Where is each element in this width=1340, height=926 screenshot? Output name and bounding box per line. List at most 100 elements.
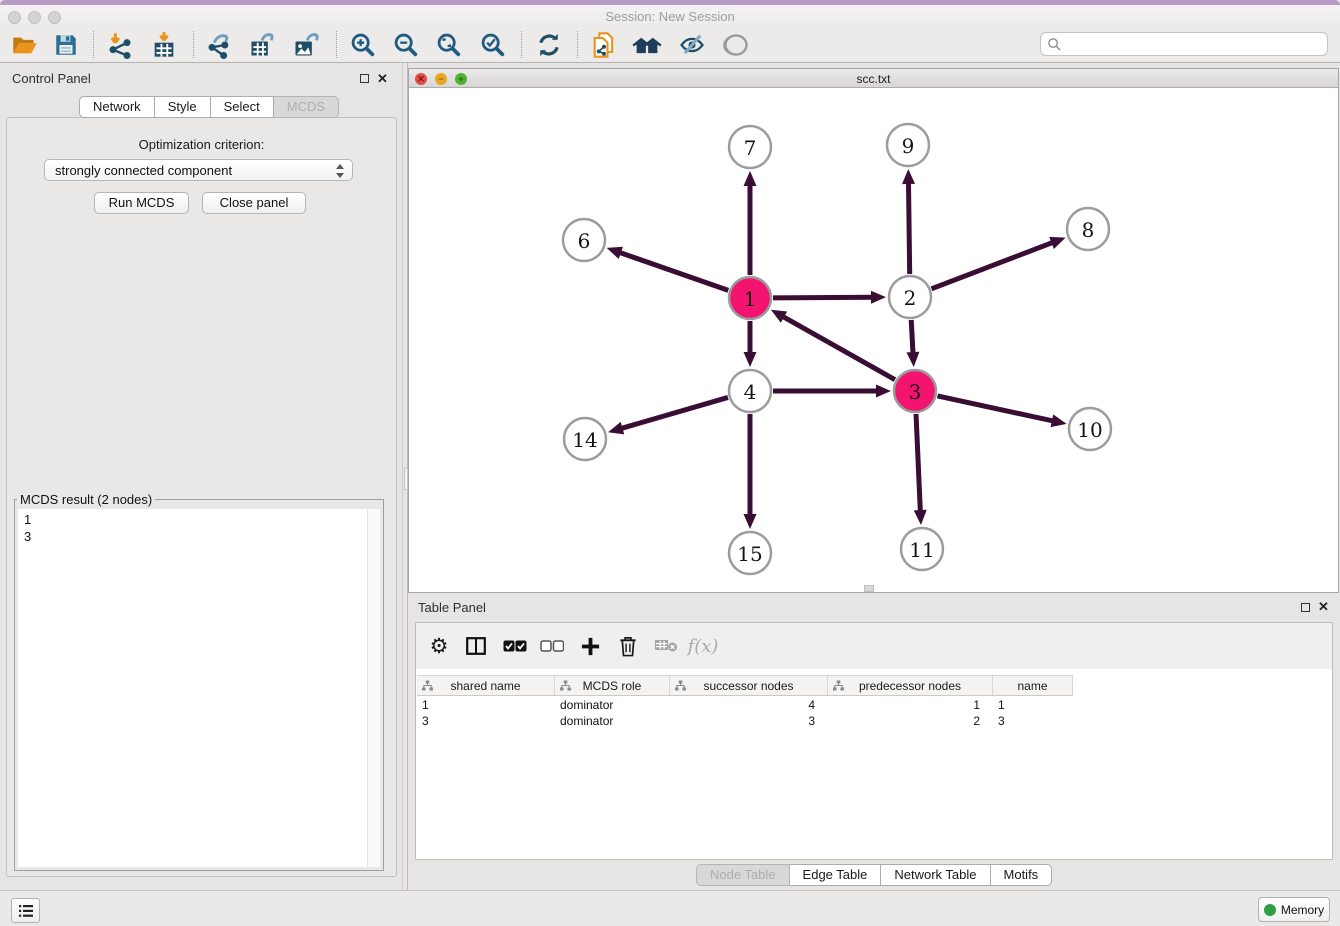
duplicate-network-icon[interactable] — [588, 30, 620, 60]
select-all-icon[interactable] — [500, 631, 530, 661]
column-panel-icon[interactable] — [461, 631, 491, 661]
float-panel-icon[interactable] — [360, 74, 369, 83]
svg-text:4: 4 — [744, 380, 757, 404]
table-cell: 3 — [993, 713, 1073, 729]
table-cell: 2 — [828, 713, 993, 729]
delete-table-icon[interactable] — [651, 631, 681, 661]
graph-edge-1-2[interactable] — [773, 297, 874, 298]
hierarchy-icon — [675, 680, 686, 691]
hide-selected-icon[interactable] — [676, 30, 708, 60]
show-all-icon[interactable] — [720, 30, 752, 60]
svg-text:2: 2 — [904, 286, 917, 310]
refresh-icon[interactable] — [533, 30, 565, 60]
export-network-icon[interactable] — [203, 30, 235, 60]
zoom-in-icon[interactable] — [347, 30, 379, 60]
table-body: 1dominator4113dominator323 — [417, 697, 1331, 729]
graph-arrowhead-4-3 — [876, 385, 891, 398]
toolbar-separator — [336, 31, 337, 58]
graph-node-6[interactable]: 6 — [563, 219, 605, 261]
table-close-icon[interactable]: ✕ — [1318, 601, 1329, 613]
table-row[interactable]: 1dominator411 — [417, 697, 1331, 713]
search-input[interactable] — [1062, 35, 1327, 53]
open-session-icon[interactable] — [8, 30, 40, 60]
tab-node-table[interactable]: Node Table — [696, 864, 790, 886]
column-header-shared-name[interactable]: shared name — [417, 676, 555, 695]
home-icon[interactable] — [631, 30, 663, 60]
graph-node-4[interactable]: 4 — [729, 370, 771, 412]
graph-arrowhead-1-2 — [871, 291, 886, 304]
search-field[interactable] — [1040, 32, 1328, 56]
graph-arrowhead-1-7 — [744, 171, 757, 186]
tab-select[interactable]: Select — [211, 96, 274, 118]
graph-edge-2-3[interactable] — [911, 320, 913, 355]
memory-button[interactable]: Memory — [1258, 897, 1330, 922]
dropdown-stepper-icon — [335, 163, 344, 179]
column-header-predecessor-nodes[interactable]: predecessor nodes — [828, 676, 993, 695]
save-session-icon[interactable] — [50, 30, 82, 60]
graph-arrowhead-3-10 — [1051, 414, 1067, 427]
add-column-icon[interactable] — [575, 631, 605, 661]
graph-edge-3-11[interactable] — [916, 414, 920, 513]
toolbar-separator — [577, 31, 578, 58]
zoom-out-icon[interactable] — [390, 30, 422, 60]
import-network-icon[interactable] — [104, 30, 136, 60]
network-canvas[interactable]: 7 9 6 8 1 2 4 3 14 10 15 11 — [409, 88, 1338, 592]
task-history-button[interactable] — [11, 898, 40, 923]
toolbar-separator — [521, 31, 522, 58]
toolbar-separator — [93, 31, 94, 58]
graph-edge-2-8[interactable] — [931, 242, 1054, 289]
zoom-fit-icon[interactable] — [433, 30, 465, 60]
svg-text:9: 9 — [902, 134, 915, 158]
export-table-icon[interactable] — [246, 30, 278, 60]
criterion-dropdown[interactable]: strongly connected component — [44, 159, 353, 181]
graph-edge-4-14[interactable] — [620, 397, 728, 429]
graph-arrowhead-2-3 — [906, 352, 919, 367]
divider-grip[interactable] — [404, 468, 408, 490]
graph-edge-3-10[interactable] — [937, 396, 1054, 421]
graph-node-11[interactable]: 11 — [901, 528, 943, 570]
table-settings-icon[interactable]: ⚙ — [424, 631, 454, 661]
tab-mcds[interactable]: MCDS — [274, 96, 339, 118]
column-header-name[interactable]: name — [993, 676, 1073, 695]
network-resize-grip[interactable] — [864, 585, 874, 592]
deselect-all-icon[interactable] — [537, 631, 567, 661]
graph-arrowhead-1-4 — [744, 352, 757, 367]
tab-edge-table[interactable]: Edge Table — [790, 864, 882, 886]
tab-network[interactable]: Network — [79, 96, 155, 118]
zoom-selected-icon[interactable] — [477, 30, 509, 60]
tab-style[interactable]: Style — [155, 96, 211, 118]
import-table-icon[interactable] — [148, 30, 180, 60]
optimization-criterion-label: Optimization criterion: — [0, 137, 403, 152]
network-window-title: scc.txt — [409, 72, 1338, 86]
graph-node-2[interactable]: 2 — [889, 276, 931, 318]
column-header-successor-nodes[interactable]: successor nodes — [670, 676, 828, 695]
table-cell: 4 — [670, 697, 828, 713]
graph-node-1[interactable]: 1 — [729, 277, 771, 319]
graph-edge-1-6[interactable] — [618, 252, 728, 291]
delete-column-icon[interactable] — [613, 631, 643, 661]
graph-node-7[interactable]: 7 — [729, 126, 771, 168]
close-panel-button[interactable]: Close panel — [202, 192, 306, 214]
close-panel-icon[interactable]: ✕ — [377, 73, 388, 85]
graph-edge-2-9[interactable] — [908, 181, 909, 274]
graph-node-8[interactable]: 8 — [1067, 208, 1109, 250]
application-window: Session: New Session — [0, 0, 1340, 926]
graph-node-10[interactable]: 10 — [1069, 408, 1111, 450]
graph-edge-3-1[interactable] — [781, 316, 895, 380]
table-row[interactable]: 3dominator323 — [417, 713, 1331, 729]
result-scrollbar[interactable] — [367, 509, 380, 867]
table-float-icon[interactable] — [1301, 603, 1310, 612]
graph-node-3[interactable]: 3 — [894, 370, 936, 412]
hierarchy-icon — [560, 680, 571, 691]
tab-network-table[interactable]: Network Table — [881, 864, 990, 886]
graph-node-9[interactable]: 9 — [887, 124, 929, 166]
run-mcds-button[interactable]: Run MCDS — [94, 192, 189, 214]
graph-node-15[interactable]: 15 — [729, 532, 771, 574]
graph-node-14[interactable]: 14 — [564, 418, 606, 460]
export-image-icon[interactable] — [290, 30, 322, 60]
tab-motifs[interactable]: Motifs — [991, 864, 1053, 886]
graph-arrowhead-2-8 — [1049, 237, 1065, 249]
network-window-titlebar: ✕ − + scc.txt — [409, 69, 1338, 88]
column-header-MCDS-role[interactable]: MCDS role — [555, 676, 670, 695]
function-builder-icon[interactable]: f(x) — [688, 631, 718, 661]
